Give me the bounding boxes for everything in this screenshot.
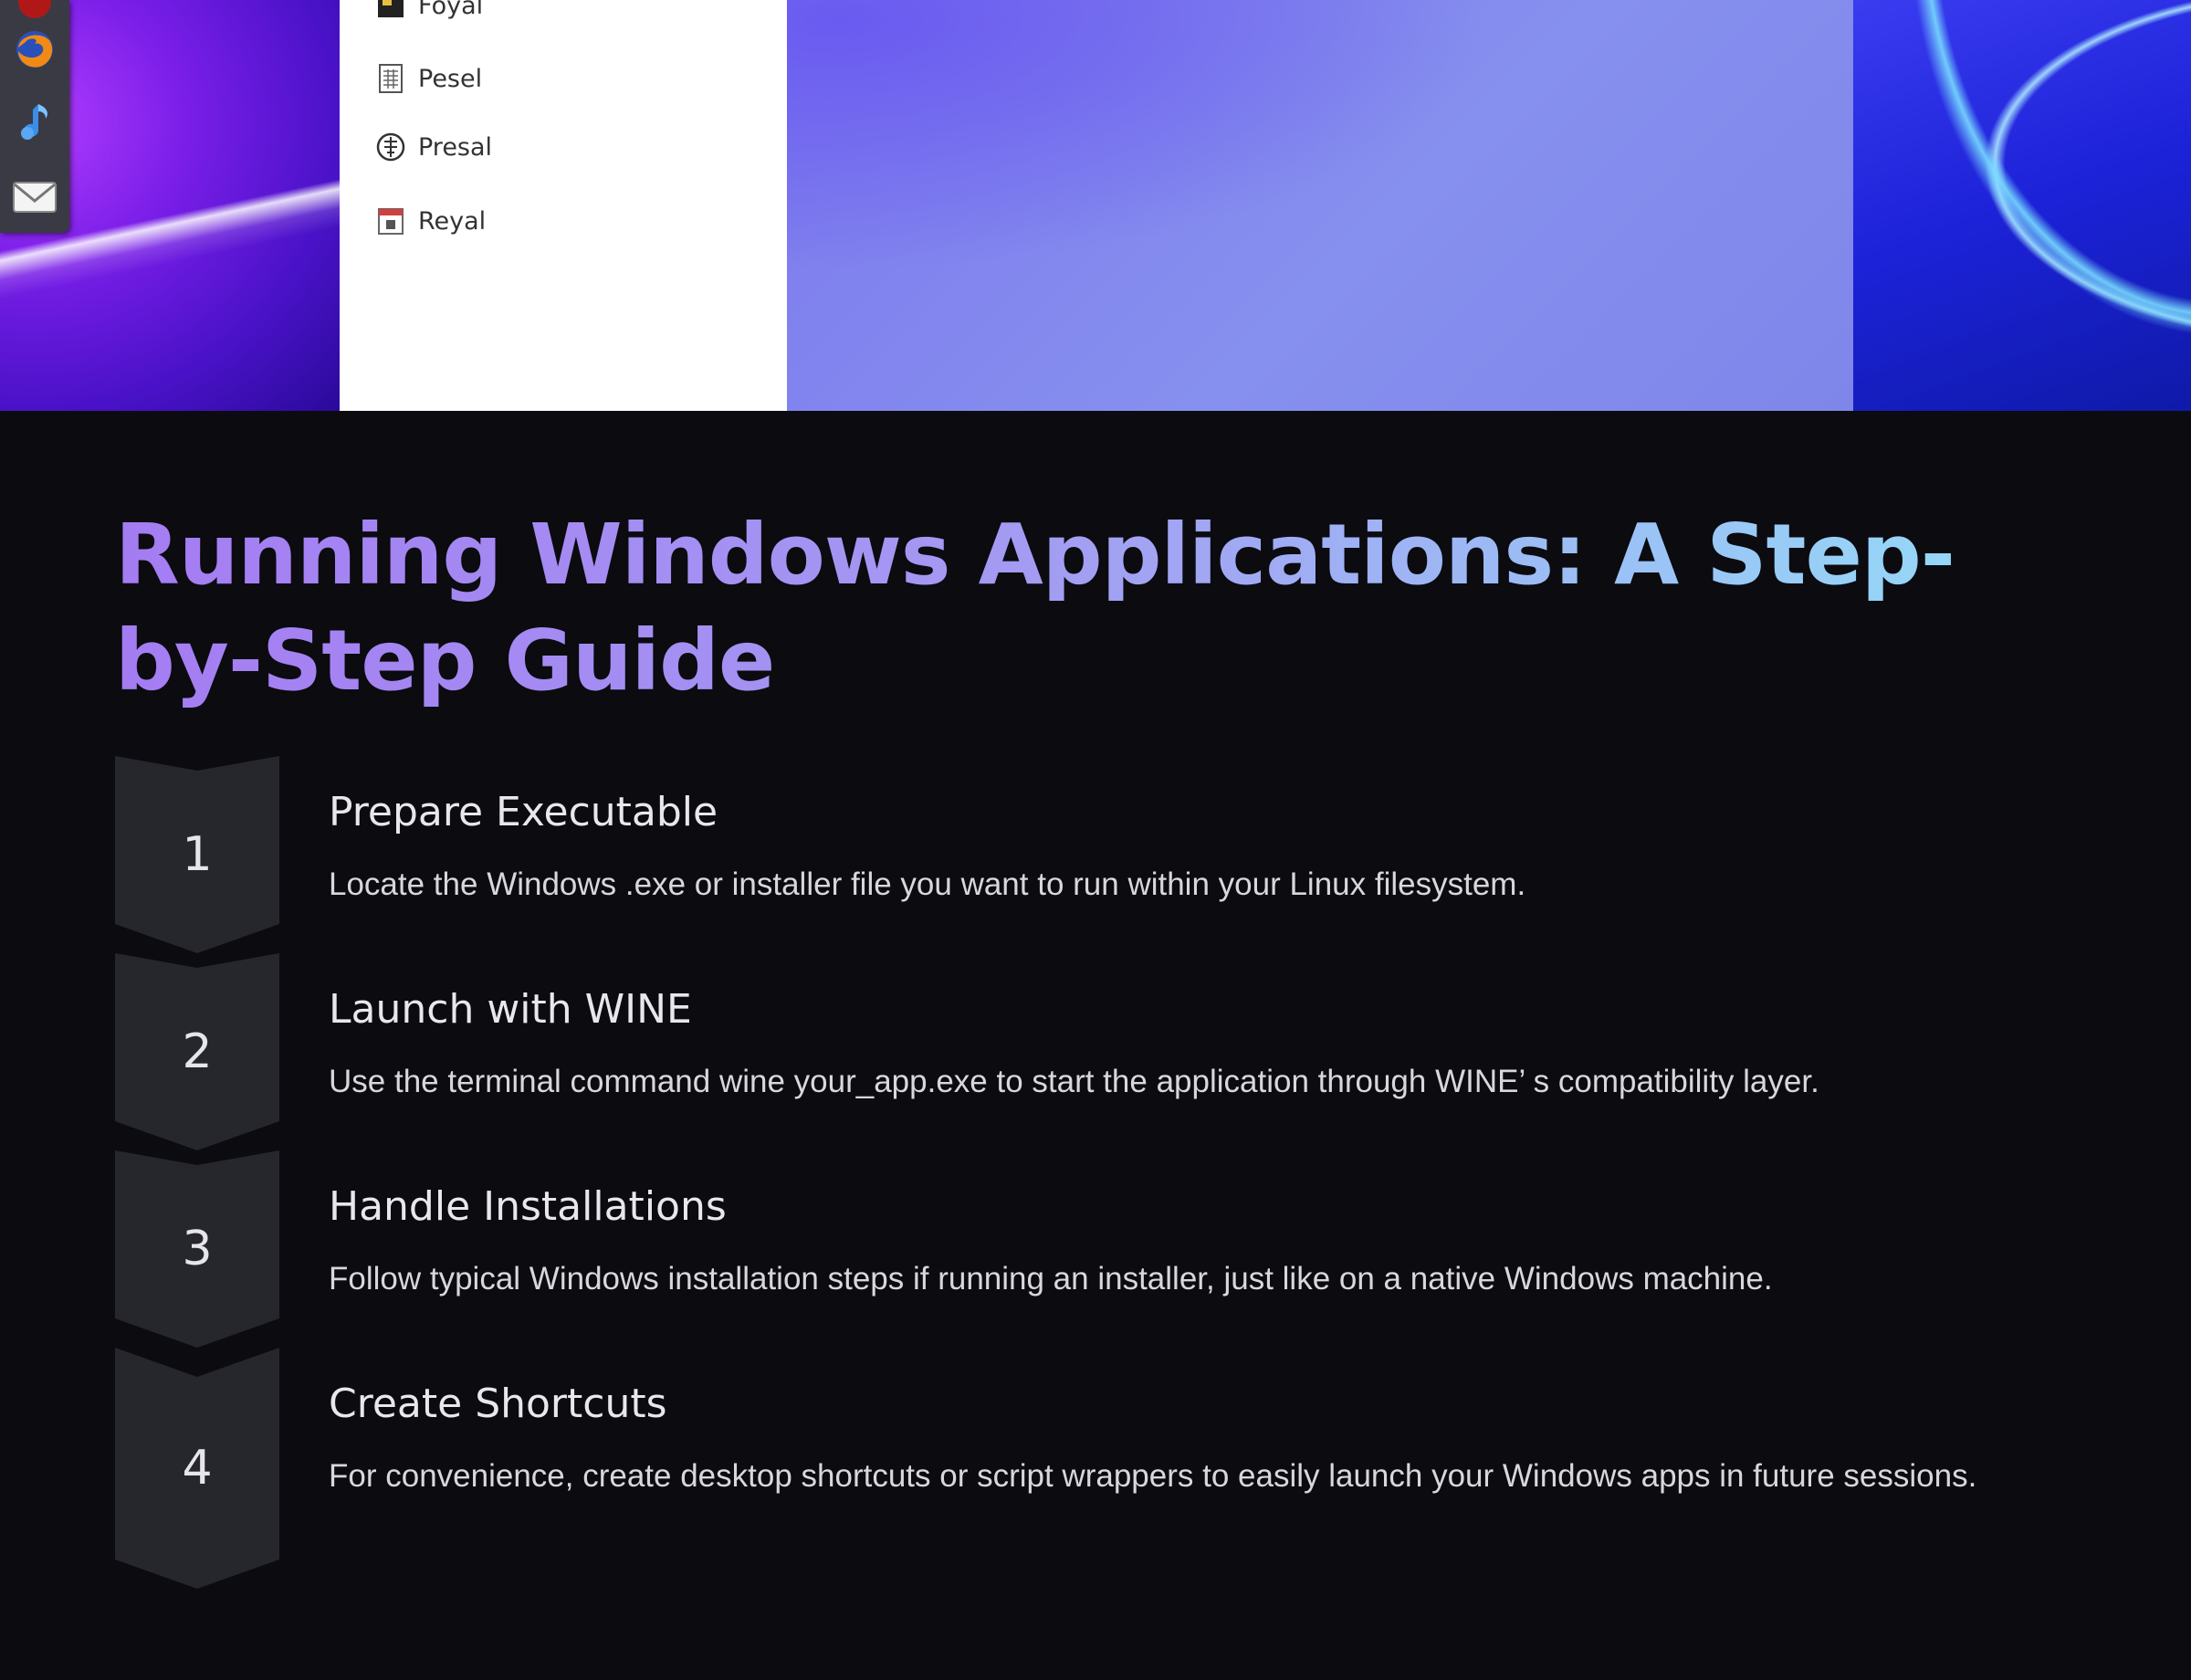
step-description: Locate the Windows .exe or installer fil… [329, 866, 1526, 902]
file-item-label: Pesel [418, 64, 483, 93]
step-description: For convenience, create desktop shortcut… [329, 1458, 1977, 1494]
step-number: 1 [182, 827, 213, 882]
step-number-badge: 3 [115, 1150, 279, 1348]
step-title: Create Shortcuts [329, 1381, 667, 1427]
firefox-icon[interactable] [11, 26, 58, 73]
mail-icon[interactable] [11, 173, 58, 221]
step-number: 4 [182, 1441, 213, 1496]
file-item-label: Presal [418, 132, 493, 162]
step-title: Launch with WINE [329, 986, 692, 1033]
step-description: Follow typical Windows installation step… [329, 1261, 1773, 1297]
image-icon [376, 0, 405, 20]
file-item-label: Reyal [418, 206, 487, 236]
file-item-label: Foyal [418, 0, 484, 20]
step-description: Use the terminal command wine your_app.e… [329, 1064, 1819, 1099]
music-note-icon[interactable] [11, 99, 58, 146]
guide-section: Running Windows Applications: A Step-by-… [0, 411, 2191, 1680]
step-number-badge: 1 [115, 756, 279, 953]
calendar-icon [376, 206, 405, 236]
file-item[interactable]: Presal [376, 129, 492, 165]
globe-icon [376, 132, 405, 162]
guide-title: Running Windows Applications: A Step-by-… [115, 502, 2087, 714]
file-item[interactable]: Reyal [376, 203, 486, 239]
step-number-badge: 2 [115, 953, 279, 1150]
file-item[interactable]: Pesel [376, 60, 482, 97]
desktop-screenshot: Foyal Pesel Presal Reyal [0, 0, 2191, 411]
application-window-area [787, 0, 1853, 411]
step-number: 3 [182, 1222, 213, 1276]
step-title: Handle Installations [329, 1183, 727, 1230]
step-number: 2 [182, 1024, 213, 1079]
step-title: Prepare Executable [329, 789, 718, 835]
desktop-wallpaper-right [1853, 0, 2191, 411]
dock-item-partial[interactable] [11, 0, 58, 26]
document-grid-icon [376, 64, 405, 93]
step-number-badge: 4 [115, 1348, 279, 1589]
file-list-panel: Foyal Pesel Presal Reyal [340, 0, 787, 411]
file-item[interactable]: Foyal [376, 0, 483, 24]
launcher-dock [0, 0, 69, 233]
